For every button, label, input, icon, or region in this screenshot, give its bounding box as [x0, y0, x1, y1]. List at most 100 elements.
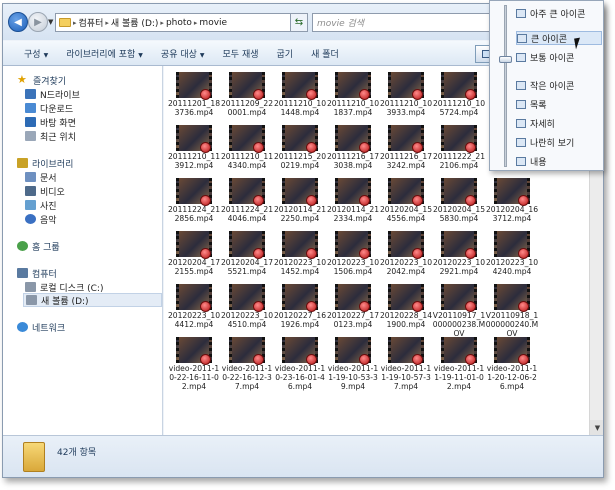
burn-button[interactable]: 굽기: [268, 47, 303, 60]
video-thumbnail-icon: [335, 337, 371, 365]
star-icon: ★: [17, 73, 27, 86]
play-all-button[interactable]: 모두 재생: [214, 47, 268, 60]
file-item[interactable]: 20120204_155830.mp4: [432, 176, 486, 226]
file-item[interactable]: 20111224_214046.mp4: [220, 176, 274, 226]
file-item[interactable]: video-2011-11-19-10-57-37.mp4: [379, 335, 433, 391]
file-name: 20120204_155830.mp4: [432, 205, 486, 223]
file-item[interactable]: 20120223_102921.mp4: [432, 229, 486, 279]
file-item[interactable]: 20120223_102042.mp4: [379, 229, 433, 279]
file-item[interactable]: 20111210_101448.mp4: [273, 70, 327, 120]
scroll-down-icon[interactable]: ▼: [590, 420, 603, 435]
file-item[interactable]: 20111216_173242.mp4: [379, 123, 433, 173]
file-item[interactable]: 20120223_104510.mp4: [220, 282, 274, 332]
file-item[interactable]: 20111224_212856.mp4: [167, 176, 221, 226]
video-thumbnail-icon: [229, 231, 265, 259]
chevron-right-icon[interactable]: ▸: [73, 19, 77, 27]
file-item[interactable]: video-2011-10-22-16-12-37.mp4: [220, 335, 274, 391]
file-item[interactable]: 20111216_173038.mp4: [326, 123, 380, 173]
file-item[interactable]: 20111210_113912.mp4: [167, 123, 221, 173]
chevron-right-icon[interactable]: ▸: [105, 19, 109, 27]
file-item[interactable]: 20111201_183736.mp4: [167, 70, 221, 120]
include-library-button[interactable]: 라이브러리에 포함 ▼: [57, 47, 152, 60]
file-item[interactable]: 20120114_212250.mp4: [273, 176, 327, 226]
view-medium-icons[interactable]: 보통 아이콘: [516, 50, 602, 64]
breadcrumb-movie[interactable]: movie: [199, 18, 227, 28]
nav-desktop[interactable]: 바탕 화면: [25, 115, 76, 129]
file-item[interactable]: 20120223_104412.mp4: [167, 282, 221, 332]
view-slider-track[interactable]: [504, 5, 507, 167]
nav-music[interactable]: 음악: [25, 212, 57, 226]
chevron-right-icon[interactable]: ▸: [194, 19, 198, 27]
disk-icon: [26, 295, 37, 305]
nav-ndrive[interactable]: N드라이브: [25, 87, 80, 101]
file-item[interactable]: 20120114_212334.mp4: [326, 176, 380, 226]
file-item[interactable]: 20111215_200219.mp4: [273, 123, 327, 173]
breadcrumb-photo[interactable]: photo: [166, 18, 192, 28]
file-item[interactable]: 20111210_103933.mp4: [379, 70, 433, 120]
view-small-icons[interactable]: 작은 아이콘: [516, 78, 602, 92]
nav-new-volume[interactable]: 새 볼륨 (D:): [23, 293, 162, 307]
file-item[interactable]: 20111210_114340.mp4: [220, 123, 274, 173]
desktop-icon: [25, 117, 36, 127]
view-details[interactable]: 자세히: [516, 116, 602, 130]
download-icon: [25, 103, 36, 113]
nav-local-disk[interactable]: 로컬 디스크 (C:): [25, 280, 103, 294]
file-item[interactable]: video-2011-11-19-11-01-02.mp4: [432, 335, 486, 391]
view-extra-large-icons[interactable]: 아주 큰 아이콘: [516, 6, 602, 20]
nav-label: 즐겨찾기: [33, 76, 67, 87]
nav-recent[interactable]: 최근 위치: [25, 129, 76, 143]
forward-button[interactable]: ▶: [28, 12, 48, 32]
chevron-right-icon[interactable]: ▸: [160, 19, 164, 27]
nav-homegroup[interactable]: 홈 그룹: [17, 239, 60, 253]
file-name: V20110918_1000000240.MOV: [485, 311, 539, 338]
chevron-down-icon: ▼: [199, 51, 205, 59]
nav-computer[interactable]: 컴퓨터: [17, 266, 57, 280]
file-item[interactable]: 20120223_101452.mp4: [273, 229, 327, 279]
file-item[interactable]: video-2011-11-20-12-06-26.mp4: [485, 335, 539, 391]
nav-libraries[interactable]: 라이브러리: [17, 156, 73, 170]
view-slider-handle[interactable]: [499, 56, 512, 63]
file-item[interactable]: 20111210_105724.mp4: [432, 70, 486, 120]
file-item[interactable]: video-2011-10-23-16-01-46.mp4: [273, 335, 327, 391]
back-button[interactable]: ◀: [8, 12, 28, 32]
refresh-button[interactable]: ⇆: [290, 13, 308, 32]
address-bar[interactable]: ▸ 컴퓨터 ▸ 새 볼륨 (D:) ▸ photo ▸ movie ▼: [55, 13, 307, 32]
view-list[interactable]: 목록: [516, 97, 602, 111]
file-item[interactable]: 20111210_101837.mp4: [326, 70, 380, 120]
view-large-icons[interactable]: 큰 아이콘: [516, 31, 602, 45]
file-item[interactable]: V20110918_1000000240.MOV: [485, 282, 539, 338]
breadcrumb-computer[interactable]: 컴퓨터: [79, 16, 104, 29]
nav-label: 음악: [40, 215, 57, 226]
nav-downloads[interactable]: 다운로드: [25, 101, 73, 115]
nav-videos[interactable]: 비디오: [25, 184, 65, 198]
nav-favorites[interactable]: ★ 즐겨찾기: [17, 73, 66, 87]
nav-pictures[interactable]: 사진: [25, 198, 57, 212]
file-item[interactable]: video-2011-10-22-16-11-02.mp4: [167, 335, 221, 391]
organize-button[interactable]: 구성 ▼: [15, 47, 57, 60]
forward-arrow-icon: ▶: [34, 16, 42, 28]
recent-pages-dropdown-icon[interactable]: ▼: [48, 18, 53, 26]
video-thumbnail-icon: [335, 178, 371, 206]
file-item[interactable]: 20120204_163712.mp4: [485, 176, 539, 226]
nav-network[interactable]: 네트워크: [17, 320, 65, 334]
file-item[interactable]: 20120228_141900.mp4: [379, 282, 433, 332]
nav-documents[interactable]: 문서: [25, 170, 57, 184]
search-input[interactable]: movie 검색: [312, 13, 492, 32]
file-item[interactable]: 20120223_104240.mp4: [485, 229, 539, 279]
new-folder-button[interactable]: 새 폴더: [302, 47, 348, 60]
file-item[interactable]: 20120227_161926.mp4: [273, 282, 327, 332]
view-content[interactable]: 내용: [516, 154, 602, 168]
file-item[interactable]: 20120204_154556.mp4: [379, 176, 433, 226]
view-tiles[interactable]: 나란히 보기: [516, 135, 602, 149]
file-item[interactable]: 20120227_170123.mp4: [326, 282, 380, 332]
small-icons-icon: [516, 80, 526, 90]
file-item[interactable]: 20120204_172155.mp4: [167, 229, 221, 279]
file-item[interactable]: 20111209_220001.mp4: [220, 70, 274, 120]
file-item[interactable]: video-2011-11-19-10-53-39.mp4: [326, 335, 380, 391]
file-item[interactable]: 20120204_175521.mp4: [220, 229, 274, 279]
file-item[interactable]: 20120223_101506.mp4: [326, 229, 380, 279]
share-button[interactable]: 공유 대상 ▼: [152, 47, 214, 60]
breadcrumb-new-volume[interactable]: 새 볼륨 (D:): [111, 16, 159, 29]
file-item[interactable]: 20111222_212106.mp4: [432, 123, 486, 173]
file-item[interactable]: V20110917_1000000238.MOV: [432, 282, 486, 338]
